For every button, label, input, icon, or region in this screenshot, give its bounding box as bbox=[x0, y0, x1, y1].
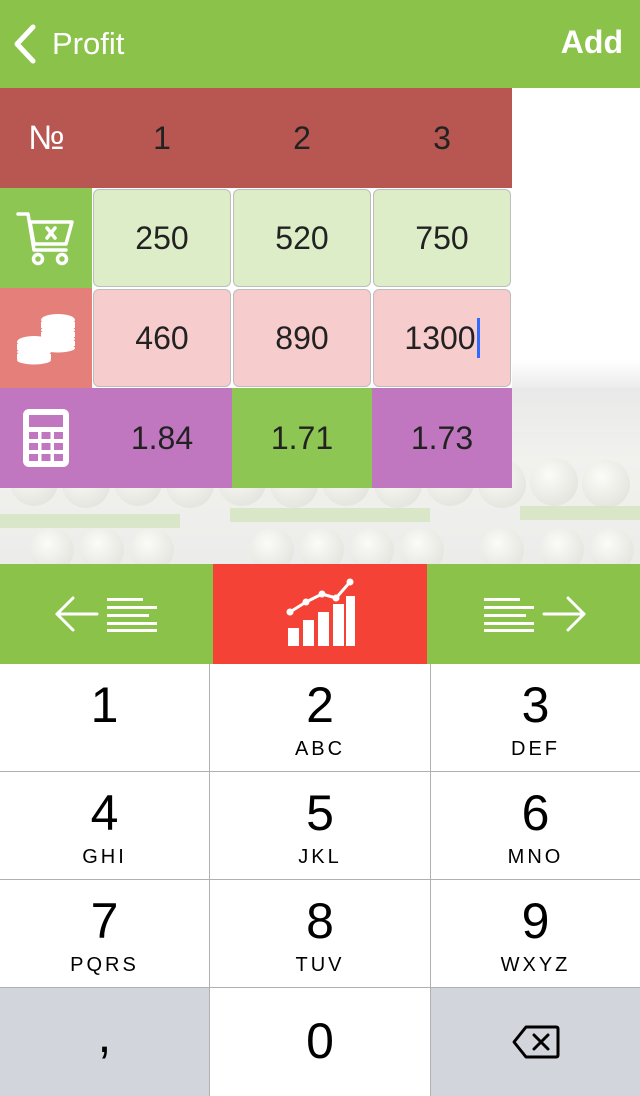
shopping-cart-icon bbox=[0, 188, 92, 288]
key-digit: 8 bbox=[306, 893, 334, 949]
key-digit: 1 bbox=[90, 677, 119, 733]
key-letters: JKL bbox=[298, 846, 342, 868]
key-digit: 6 bbox=[521, 785, 550, 841]
key-letters: PQRS bbox=[70, 954, 139, 976]
arrow-left-lines-icon bbox=[55, 596, 157, 632]
key-digit: 7 bbox=[90, 893, 119, 949]
sale-input-1[interactable]: 460 bbox=[93, 289, 231, 387]
column-header-3: 3 bbox=[433, 119, 451, 156]
key-digit: 0 bbox=[306, 1013, 334, 1069]
key-digit: 3 bbox=[521, 677, 550, 733]
backspace-icon bbox=[512, 1025, 559, 1059]
key-letters: WXYZ bbox=[500, 954, 571, 976]
previous-column-button[interactable] bbox=[0, 564, 213, 664]
column-header-1: 1 bbox=[153, 119, 171, 156]
key-letters: ABC bbox=[294, 738, 346, 760]
lines-arrow-right-icon bbox=[483, 596, 585, 632]
ratio-value-1: 1.84 bbox=[92, 388, 232, 488]
add-button[interactable]: Add bbox=[561, 24, 623, 61]
key-2[interactable]: 2 ABC bbox=[210, 664, 430, 771]
key-letters: MNO bbox=[507, 846, 564, 868]
profit-table: № 1 2 3 250 520 750 460 890 1300 1.84 1.… bbox=[0, 88, 512, 488]
purchase-input-2[interactable]: 520 bbox=[233, 189, 371, 287]
table-row-purchase: 250 520 750 bbox=[0, 188, 512, 288]
key-6[interactable]: 6 MNO bbox=[431, 772, 640, 879]
ratio-value-2: 1.71 bbox=[232, 388, 372, 488]
table-right-blank bbox=[512, 88, 640, 388]
key-letters: DEF bbox=[511, 738, 560, 760]
text-cursor bbox=[476, 318, 480, 358]
navigation-bar: Profit Add bbox=[0, 0, 640, 88]
ratio-value-3: 1.73 bbox=[372, 388, 512, 488]
number-symbol: № bbox=[28, 118, 65, 157]
action-toolbar bbox=[0, 564, 640, 664]
table-row-ratio: 1.84 1.71 1.73 bbox=[0, 388, 512, 488]
key-8[interactable]: 8 TUV bbox=[210, 880, 430, 987]
numeric-keypad: 1 2 ABC 3 DEF 4 GHI 5 JKL 6 MNO 7 PQRS 8… bbox=[0, 664, 640, 1096]
purchase-input-3[interactable]: 750 bbox=[373, 189, 511, 287]
next-column-button[interactable] bbox=[427, 564, 640, 664]
column-header-2: 2 bbox=[293, 119, 311, 156]
key-5[interactable]: 5 JKL bbox=[210, 772, 430, 879]
purchase-input-1[interactable]: 250 bbox=[93, 189, 231, 287]
sale-input-3-value: 1300 bbox=[404, 319, 476, 356]
key-3[interactable]: 3 DEF bbox=[431, 664, 640, 771]
chevron-left-icon bbox=[14, 24, 36, 64]
key-digit: 2 bbox=[306, 677, 334, 733]
chart-button[interactable] bbox=[213, 564, 427, 664]
key-digit: 4 bbox=[90, 785, 119, 841]
key-digit: , bbox=[97, 1007, 112, 1063]
key-digit: 9 bbox=[521, 893, 550, 949]
key-letters: TUV bbox=[295, 954, 345, 976]
table-row-sale: 460 890 1300 bbox=[0, 288, 512, 388]
key-1[interactable]: 1 bbox=[0, 664, 209, 771]
back-label: Profit bbox=[52, 26, 125, 61]
delete-key[interactable] bbox=[431, 988, 640, 1096]
table-header-row: № 1 2 3 bbox=[0, 88, 512, 188]
back-button[interactable]: Profit bbox=[14, 20, 124, 68]
key-letters: GHI bbox=[82, 846, 127, 868]
key-0[interactable]: 0 bbox=[210, 988, 430, 1096]
sale-input-3[interactable]: 1300 bbox=[373, 289, 511, 387]
coin-stack-icon bbox=[0, 288, 92, 388]
key-4[interactable]: 4 GHI bbox=[0, 772, 209, 879]
key-7[interactable]: 7 PQRS bbox=[0, 880, 209, 987]
key-digit: 5 bbox=[306, 785, 334, 841]
key-comma[interactable]: , bbox=[0, 988, 209, 1096]
sale-input-2[interactable]: 890 bbox=[233, 289, 371, 387]
bar-chart-trend-icon bbox=[286, 578, 355, 646]
calculator-icon bbox=[0, 388, 92, 488]
key-9[interactable]: 9 WXYZ bbox=[431, 880, 640, 987]
